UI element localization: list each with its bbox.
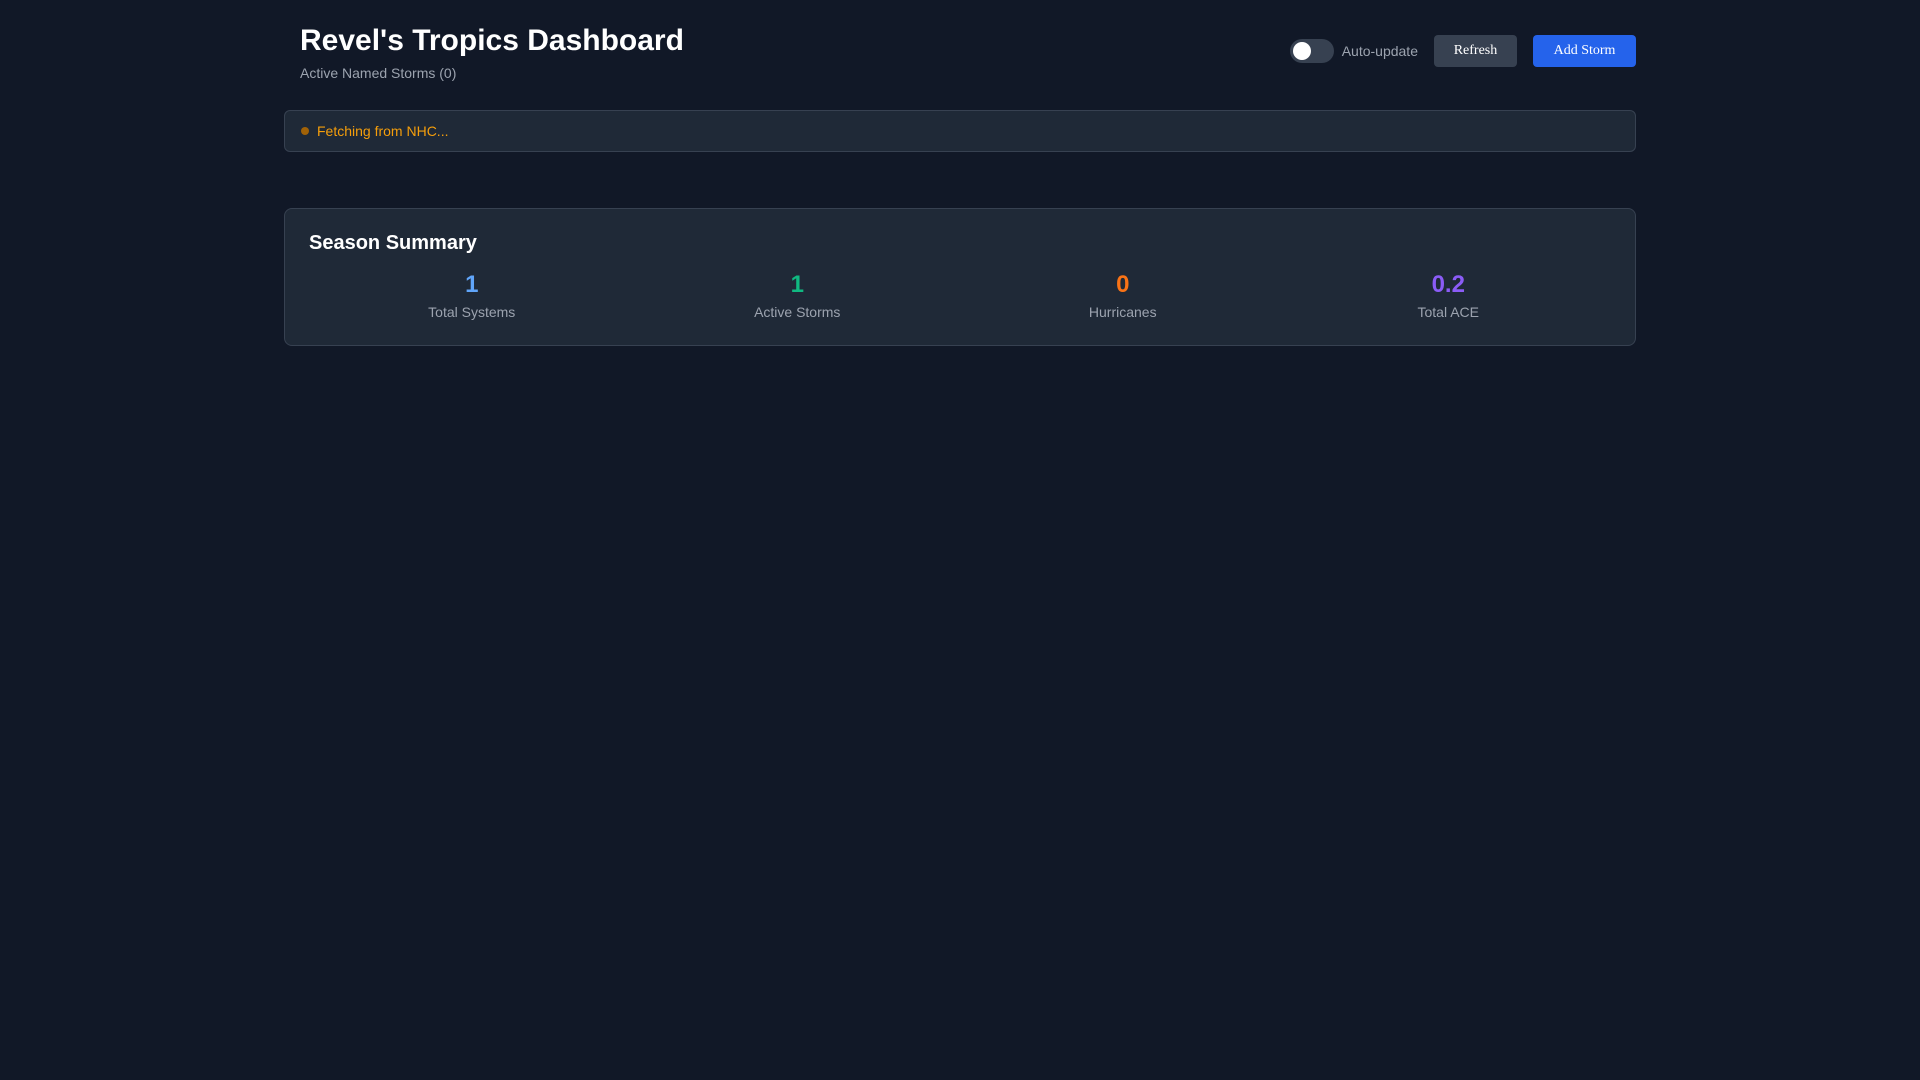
header-controls: Auto-update Refresh Add Storm [1289,35,1636,67]
page-subtitle: Active Named Storms (0) [300,65,457,81]
stat-total-ace: 0.2 Total ACE [1286,271,1612,321]
stat-hurricanes: 0 Hurricanes [960,271,1286,321]
stat-value: 1 [790,271,804,298]
add-storm-button[interactable]: Add Storm [1533,35,1636,67]
season-summary-title: Season Summary [309,232,477,254]
status-dot-icon [301,127,309,135]
auto-update-toggle[interactable] [1289,39,1334,63]
toggle-knob [1292,42,1311,60]
refresh-button[interactable]: Refresh [1434,35,1517,67]
stat-value: 0 [1116,271,1130,298]
stat-total-systems: 1 Total Systems [309,271,635,321]
dashboard-container: Revel's Tropics Dashboard Active Named S… [284,0,1636,346]
stat-label: Total Systems [428,304,516,320]
stat-label: Active Storms [754,304,841,320]
title-block: Revel's Tropics Dashboard Active Named S… [300,22,684,82]
page-title: Revel's Tropics Dashboard [300,24,684,57]
stat-value: 0.2 [1431,271,1465,298]
header: Revel's Tropics Dashboard Active Named S… [284,0,1636,105]
stat-label: Hurricanes [1088,304,1157,320]
stat-label: Total ACE [1417,304,1479,320]
stat-value: 1 [465,271,479,298]
status-text: Fetching from NHC... [317,123,449,139]
status-bar: Fetching from NHC... [284,110,1636,152]
summary-stats: 1 Total Systems 1 Active Storms 0 Hurric… [309,271,1611,321]
auto-update-label: Auto-update [1341,43,1418,59]
season-summary-card: Season Summary 1 Total Systems 1 Active … [284,208,1636,346]
stat-active-storms: 1 Active Storms [635,271,961,321]
